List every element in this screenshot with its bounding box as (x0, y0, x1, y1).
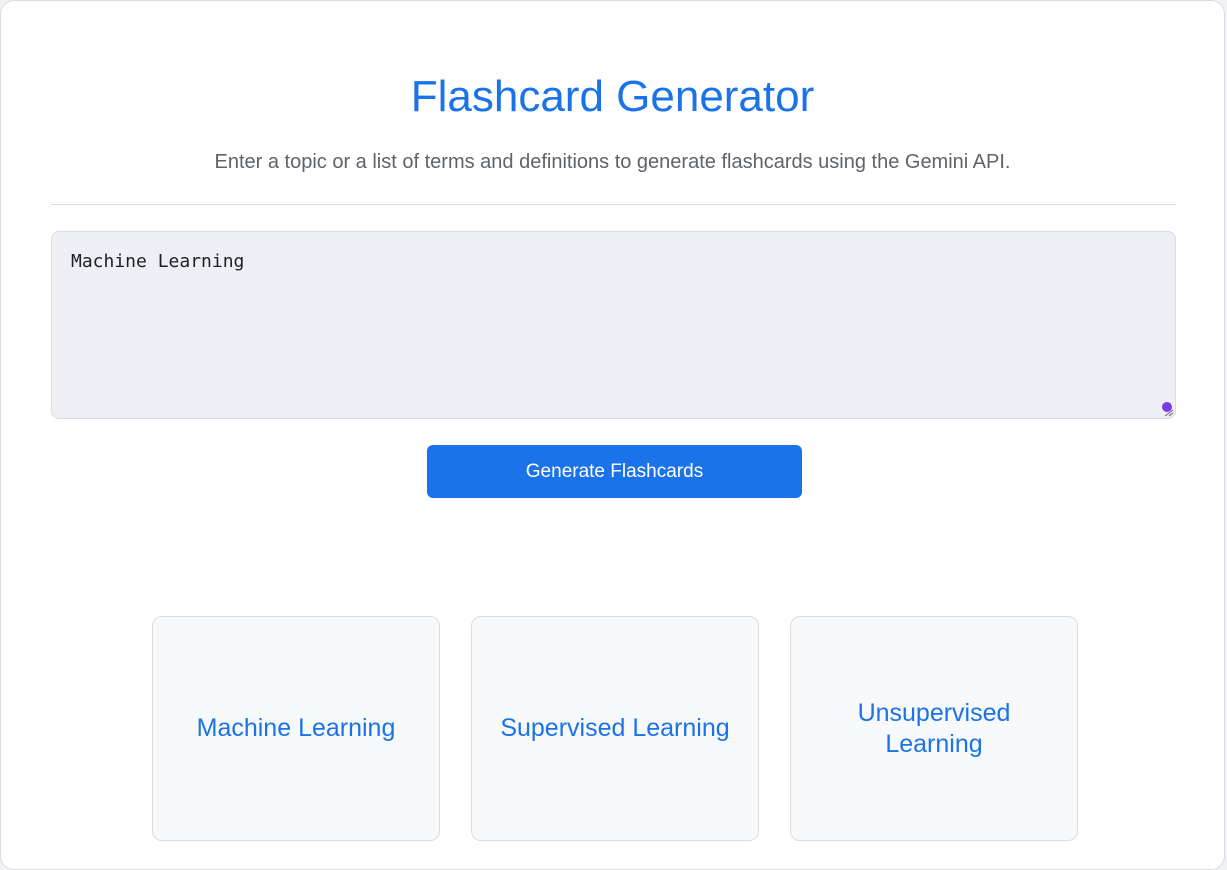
page-title: Flashcard Generator (410, 72, 815, 121)
flashcard[interactable]: Supervised Learning (471, 616, 759, 841)
flashcard-term: Supervised Learning (500, 714, 730, 742)
flashcard[interactable]: Unsupervised Learning (790, 616, 1078, 841)
page-subtitle: Enter a topic or a list of terms and def… (214, 151, 1011, 173)
app-container: Flashcard Generator Enter a topic or a l… (0, 0, 1225, 870)
resize-grip-icon (1162, 402, 1174, 417)
flashcard-term: Unsupervised Learning (857, 698, 1011, 758)
flashcard[interactable]: Machine Learning (152, 616, 440, 841)
topic-input[interactable]: Machine Learning (51, 231, 1176, 419)
resize-handle-icon[interactable] (1161, 401, 1175, 417)
generate-flashcards-button[interactable]: Generate Flashcards (427, 445, 802, 498)
header-divider (51, 204, 1176, 205)
flashcard-term: Machine Learning (196, 714, 396, 742)
